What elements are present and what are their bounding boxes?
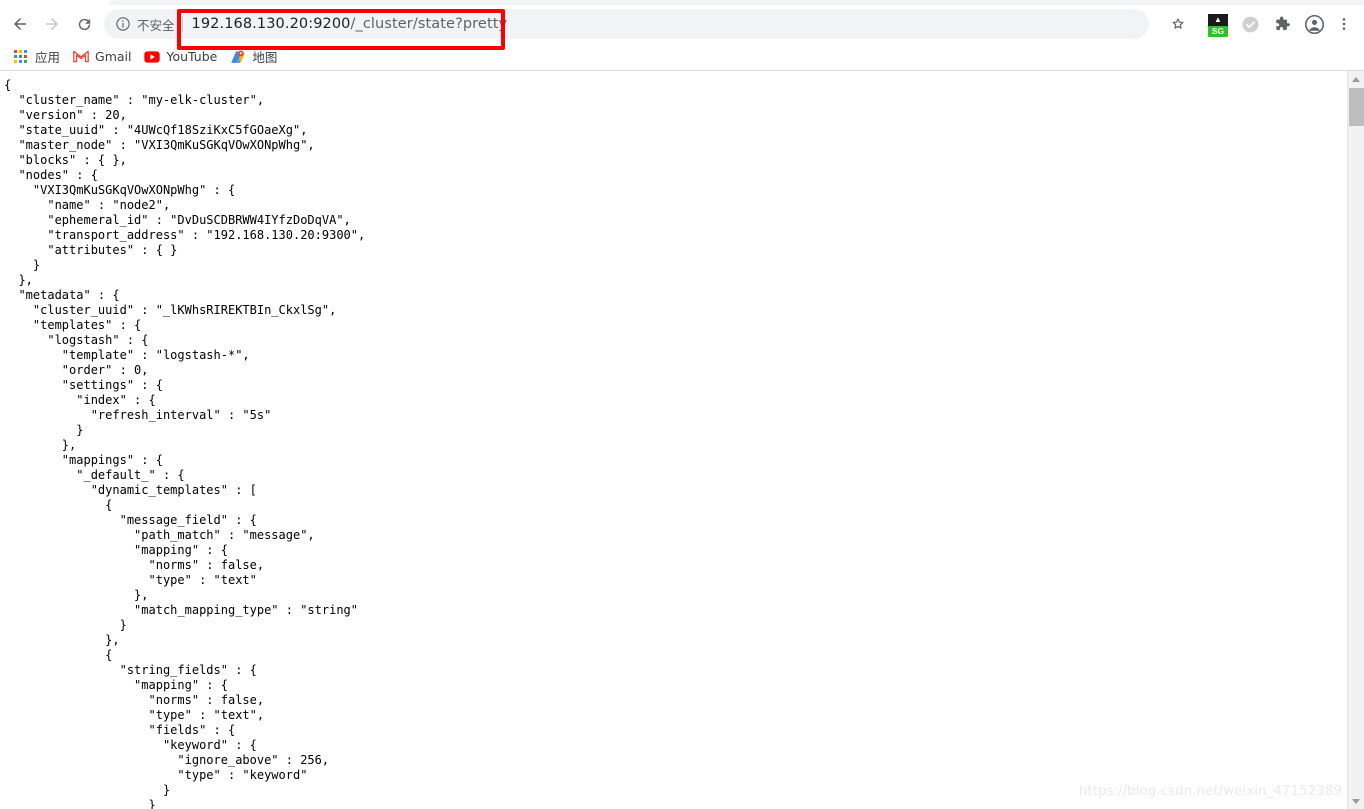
bookmark-youtube[interactable]: YouTube: [140, 46, 224, 68]
puzzle-piece-icon: [1276, 16, 1290, 30]
address-bar[interactable]: 不安全 192.168.130.20:9200/_cluster/state?p…: [104, 9, 1149, 39]
info-circle-icon[interactable]: [115, 16, 131, 32]
bookmark-youtube-label: YouTube: [166, 49, 218, 64]
bookmark-maps[interactable]: 地图: [226, 46, 284, 68]
maps-icon: [230, 49, 246, 65]
sg-glyph-icon: ▲: [1214, 15, 1222, 24]
json-response-body: { "cluster_name" : "my-elk-cluster", "ve…: [4, 78, 366, 809]
bookmarks-bar: 应用 Gmail YouTube 地图: [0, 43, 1364, 70]
omnibox-divider: [181, 16, 183, 32]
back-arrow-icon: [14, 18, 26, 30]
extension-sg-icon[interactable]: ▲ SG: [1204, 10, 1232, 38]
scroll-up-arrow-icon[interactable]: [1348, 71, 1364, 87]
url-host: 192.168.130.20:9200: [191, 16, 351, 32]
check-circle-icon: [1242, 16, 1258, 32]
browser-toolbar: 不安全 192.168.130.20:9200/_cluster/state?p…: [0, 5, 1364, 50]
forward-button[interactable]: [38, 10, 66, 38]
bookmark-gmail[interactable]: Gmail: [69, 46, 138, 68]
forward-arrow-icon: [46, 18, 58, 30]
reload-icon: [78, 18, 90, 30]
bookmark-maps-label: 地图: [252, 50, 278, 65]
bookmark-apps-label: 应用: [35, 50, 61, 65]
profile-avatar-icon[interactable]: [1300, 10, 1328, 38]
account-circle-icon: [1304, 14, 1324, 34]
bookmark-gmail-label: Gmail: [95, 49, 132, 64]
chrome-menu-icon[interactable]: [1330, 10, 1358, 38]
url-display[interactable]: 192.168.130.20:9200/_cluster/state?prett…: [192, 16, 508, 32]
youtube-icon: [144, 49, 161, 65]
scrollbar-thumb[interactable]: [1349, 88, 1364, 126]
url-path: /_cluster/state?pretty: [350, 16, 508, 32]
page-content-viewport: { "cluster_name" : "my-elk-cluster", "ve…: [0, 71, 1364, 809]
three-dots-vertical-icon: [1342, 18, 1346, 30]
sg-badge-label: SG: [1208, 26, 1228, 37]
bookmark-apps[interactable]: 应用: [9, 46, 67, 68]
star-outline-icon: [1172, 18, 1184, 29]
browser-chrome: 不安全 192.168.130.20:9200/_cluster/state?p…: [0, 0, 1364, 71]
bookmark-star-icon[interactable]: [1164, 10, 1192, 38]
sg-badge: ▲ SG: [1208, 14, 1228, 37]
scroll-down-arrow-icon[interactable]: [1348, 793, 1364, 809]
back-button[interactable]: [6, 10, 34, 38]
extensions-puzzle-icon[interactable]: [1268, 10, 1296, 38]
apps-grid-icon: [13, 49, 29, 65]
reload-button[interactable]: [70, 10, 98, 38]
watermark-text: https://blog.csdn.net/weixin_47152389: [1078, 783, 1342, 799]
vertical-scrollbar[interactable]: [1347, 71, 1364, 809]
gmail-icon: [73, 49, 89, 65]
extension-check-icon[interactable]: [1236, 10, 1264, 38]
security-status-label: 不安全: [137, 17, 175, 33]
